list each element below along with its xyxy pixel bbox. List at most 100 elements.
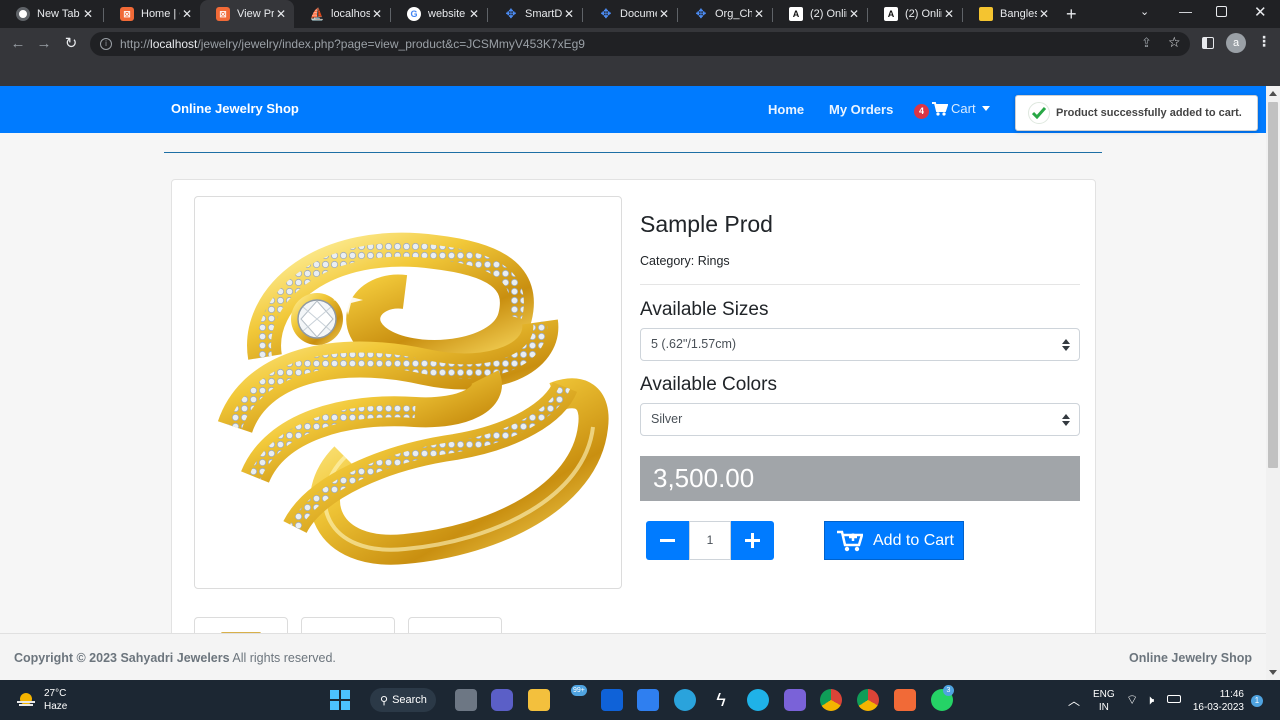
- tab-localhost[interactable]: ⛵ localhost ✕: [294, 0, 390, 28]
- product-image[interactable]: [194, 196, 622, 589]
- xampp-icon: ⊠: [120, 7, 134, 21]
- window-close-icon[interactable]: ✕: [1254, 3, 1267, 21]
- scrollbar-thumb[interactable]: [1268, 102, 1278, 468]
- color-select[interactable]: Silver: [640, 403, 1080, 436]
- quantity-decrease-button[interactable]: [646, 521, 689, 560]
- url-host: localhost: [150, 37, 198, 51]
- file-explorer-icon[interactable]: [528, 689, 550, 711]
- close-icon[interactable]: ✕: [274, 7, 288, 21]
- close-icon[interactable]: ✕: [81, 7, 95, 21]
- tab-document[interactable]: ✥ Documen ✕: [583, 0, 677, 28]
- chrome-profile-icon[interactable]: [857, 689, 879, 711]
- size-select[interactable]: 5 (.62"/1.57cm): [640, 328, 1080, 361]
- footer-brand: Online Jewelry Shop: [1129, 651, 1252, 665]
- battery-icon[interactable]: [1167, 695, 1181, 703]
- bolt-icon[interactable]: ϟ: [710, 689, 732, 711]
- new-tab-icon[interactable]: +: [1066, 4, 1077, 25]
- product-price: 3,500.00: [640, 456, 1080, 501]
- taskbar-search-button[interactable]: ⚲ Search: [370, 688, 436, 712]
- color-selected-value: Silver: [651, 412, 683, 426]
- weather-temperature: 27°C: [44, 688, 67, 699]
- scroll-down-icon[interactable]: [1269, 670, 1277, 675]
- site-info-icon[interactable]: i: [100, 38, 112, 50]
- tab-bangles[interactable]: Bangles & ✕: [963, 0, 1057, 28]
- nav-home-link[interactable]: Home: [768, 102, 804, 117]
- visual-studio-icon[interactable]: [784, 689, 806, 711]
- tray-chevron-up-icon[interactable]: ︿: [1068, 692, 1080, 709]
- close-icon[interactable]: ✕: [657, 7, 671, 21]
- tab-new-tab[interactable]: New Tab ✕: [0, 0, 101, 28]
- tab-home[interactable]: ⊠ Home | O ✕: [104, 0, 200, 28]
- maximize-icon[interactable]: [1216, 6, 1227, 17]
- close-icon[interactable]: ✕: [562, 7, 576, 21]
- back-icon[interactable]: ←: [8, 34, 28, 54]
- tab-search-icon[interactable]: ⌄: [1140, 5, 1149, 18]
- clock-time: 11:46: [1219, 689, 1244, 700]
- close-icon[interactable]: ✕: [752, 7, 766, 21]
- close-icon[interactable]: ✕: [847, 7, 861, 21]
- tab-online-1[interactable]: A (2) Online ✕: [773, 0, 867, 28]
- page-viewport: Online Jewelry Shop Home My Orders 4 Car…: [0, 86, 1266, 680]
- tab-view-product[interactable]: ⊠ View Pro ✕: [200, 0, 294, 28]
- bookmark-bar: [0, 60, 1280, 86]
- tab-website[interactable]: G website n ✕: [391, 0, 487, 28]
- forward-icon[interactable]: →: [34, 34, 54, 54]
- tab-title: View Pro: [237, 8, 274, 20]
- system-clock[interactable]: 11:46 16-03-2023: [1192, 688, 1244, 714]
- weather-widget[interactable]: 27°C Haze: [16, 687, 67, 713]
- chrome-icon[interactable]: [820, 689, 842, 711]
- close-icon[interactable]: ✕: [370, 7, 384, 21]
- rights-text: All rights reserved.: [229, 651, 336, 665]
- nav-cart-dropdown[interactable]: Cart: [932, 101, 990, 116]
- address-bar[interactable]: i http://localhost/jewelry/jewelry/index…: [90, 32, 1190, 56]
- close-icon[interactable]: ✕: [1037, 7, 1051, 21]
- region-code: IN: [1098, 702, 1109, 713]
- chrome-icon: [16, 7, 30, 21]
- scroll-up-icon[interactable]: [1269, 91, 1277, 96]
- category-value: Rings: [697, 254, 730, 268]
- nav-my-orders-link[interactable]: My Orders: [829, 102, 893, 117]
- task-view-icon[interactable]: [455, 689, 477, 711]
- mail-badge: 99+: [571, 685, 587, 696]
- smartdraw-icon: ✥: [505, 6, 517, 21]
- side-panel-icon[interactable]: [1202, 37, 1214, 49]
- close-icon[interactable]: ✕: [467, 7, 481, 21]
- tab-title: (2) Online: [810, 8, 847, 20]
- haze-sun-icon: [17, 693, 35, 706]
- page-scrollbar[interactable]: [1266, 86, 1280, 680]
- add-to-cart-button[interactable]: Add to Cart: [824, 521, 964, 560]
- cart-plus-icon: [837, 530, 863, 551]
- site-footer: Copyright © 2023 Sahyadri Jewelers All r…: [0, 633, 1266, 680]
- tab-org-chart[interactable]: ✥ Org_Char ✕: [678, 0, 772, 28]
- volume-icon[interactable]: 🕨: [1146, 692, 1154, 708]
- close-icon[interactable]: ✕: [942, 7, 956, 21]
- telegram-icon[interactable]: [674, 689, 696, 711]
- dropbox-icon[interactable]: [601, 689, 623, 711]
- menu-icon[interactable]: ⋮: [1257, 33, 1271, 50]
- edge-icon[interactable]: [747, 689, 769, 711]
- site-brand[interactable]: Online Jewelry Shop: [171, 101, 299, 116]
- tab-title: localhost: [331, 8, 370, 20]
- profile-avatar[interactable]: a: [1226, 33, 1246, 53]
- language-indicator[interactable]: ENG IN: [1093, 688, 1115, 714]
- product-title: Sample Prod: [640, 211, 773, 237]
- colors-heading: Available Colors: [640, 374, 777, 395]
- tab-smartdraw[interactable]: ✥ SmartDra ✕: [488, 0, 582, 28]
- tab-online-2[interactable]: A (2) Online ✕: [868, 0, 962, 28]
- notification-badge[interactable]: 1: [1251, 695, 1263, 707]
- xampp-icon[interactable]: [894, 689, 916, 711]
- windows-start-icon[interactable]: [329, 689, 351, 711]
- wifi-icon[interactable]: ⌔: [1126, 692, 1138, 708]
- teams-icon[interactable]: [491, 689, 513, 711]
- product-category: Category: Rings: [640, 254, 730, 268]
- quantity-increase-button[interactable]: [731, 521, 774, 560]
- store-icon[interactable]: [637, 689, 659, 711]
- tab-title: Documen: [620, 8, 657, 20]
- bookmark-star-icon[interactable]: ☆: [1168, 34, 1181, 51]
- share-icon[interactable]: ⇪: [1141, 35, 1152, 51]
- close-icon[interactable]: ✕: [180, 7, 194, 21]
- tab-title: (2) Online: [905, 8, 942, 20]
- reload-icon[interactable]: ↻: [61, 34, 81, 54]
- minimize-icon[interactable]: —: [1179, 4, 1192, 19]
- quantity-input[interactable]: 1: [689, 521, 731, 560]
